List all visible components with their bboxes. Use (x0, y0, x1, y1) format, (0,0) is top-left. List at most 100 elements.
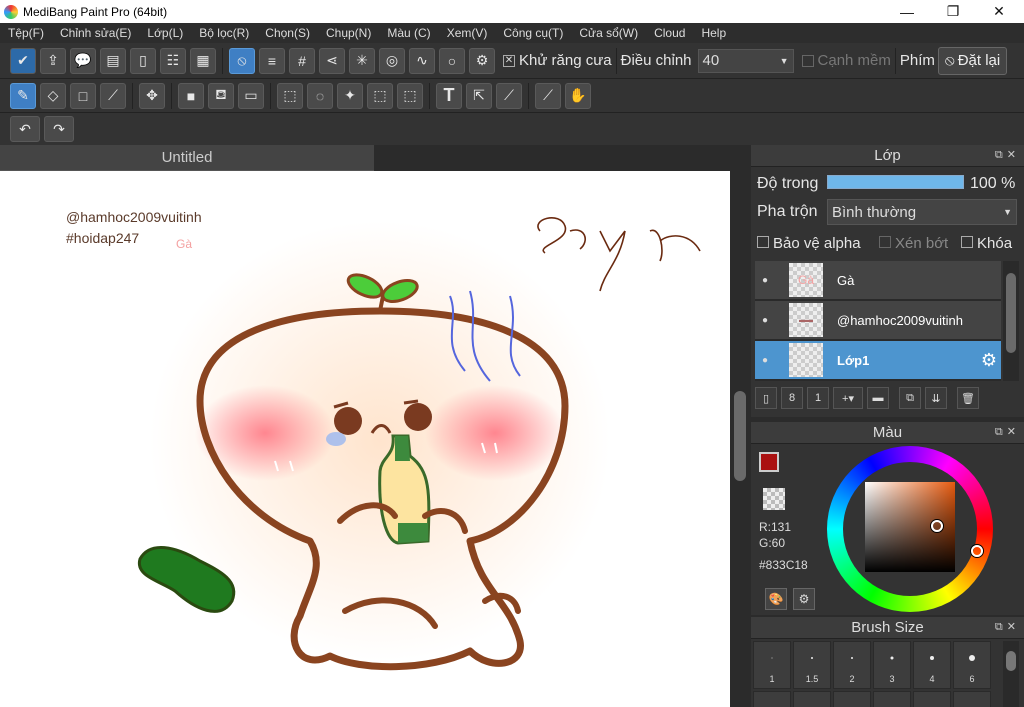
snap-parallel-icon[interactable]: ≡ (259, 47, 285, 74)
brush-size-item[interactable]: 2 (833, 641, 871, 689)
share-icon[interactable]: ⇪ (40, 47, 66, 74)
layer-settings-icon[interactable]: ⚙ (981, 350, 997, 371)
layer-item[interactable]: ● Gà Gà (755, 261, 1001, 300)
brush-size-item[interactable]: 3 (873, 641, 911, 689)
brush-size-item[interactable] (913, 691, 951, 707)
select-rect-tool-icon[interactable]: ⬚ (277, 82, 303, 109)
antialias-checkbox[interactable]: ✕ (503, 54, 515, 67)
transparent-color-swatch[interactable] (763, 488, 785, 510)
opacity-slider[interactable] (827, 175, 964, 189)
text-tool-icon[interactable]: T (436, 82, 462, 109)
brush-size-item[interactable]: 6 (953, 641, 991, 689)
select-eraser-tool-icon[interactable]: ⬚ (397, 82, 423, 109)
shape-tool-icon[interactable]: □ (70, 82, 96, 109)
brush-size-item[interactable]: 1 (753, 641, 791, 689)
reset-button[interactable]: ⦸ Đặt lại (937, 46, 1008, 75)
bucket-tool-icon[interactable]: ⛾ (208, 82, 234, 109)
menu-color[interactable]: Màu (C) (379, 26, 438, 40)
divide-tool-icon[interactable]: ⟋ (496, 82, 522, 109)
primary-color-swatch[interactable] (759, 452, 779, 472)
brush-size-item[interactable] (793, 691, 831, 707)
line-tool-icon[interactable]: ⟋ (100, 82, 126, 109)
merge-layer-icon[interactable]: ⇊ (925, 387, 947, 409)
add-layer-menu-icon[interactable]: +▾ (833, 387, 863, 409)
visibility-icon[interactable]: ● (755, 301, 775, 340)
clipping-checkbox[interactable] (879, 236, 891, 248)
undo-icon[interactable]: ↶ (10, 116, 40, 142)
menu-edit[interactable]: Chỉnh sửa(E) (52, 26, 139, 40)
panel-controls-icon[interactable]: ⧉✕ (995, 425, 1020, 439)
canvas-scrollbar[interactable] (730, 171, 750, 707)
clipping-option[interactable]: Xén bớt (879, 235, 948, 252)
brush-scroll-thumb[interactable] (1006, 651, 1016, 671)
brush-size-item[interactable] (753, 691, 791, 707)
snap-perspective-icon[interactable]: ⋖ (319, 47, 345, 74)
menu-snap[interactable]: Chụp(N) (318, 26, 379, 40)
protect-alpha-option[interactable]: Bảo vệ alpha (757, 235, 861, 252)
new-8bit-layer-icon[interactable]: 8 (781, 387, 803, 409)
new-layer-icon[interactable]: ▯ (755, 387, 777, 409)
snap-off-icon[interactable]: ⦸ (229, 47, 255, 74)
brush-size-item[interactable]: 1.5 (793, 641, 831, 689)
drawing-canvas[interactable]: @hamhoc2009vuitinh #hoidap247 Gà (0, 171, 730, 707)
menu-help[interactable]: Help (693, 26, 734, 40)
lasso-tool-icon[interactable]: ◌ (307, 82, 333, 109)
snap-grid-icon[interactable]: # (289, 47, 315, 74)
select-pen-tool-icon[interactable]: ⬚ (367, 82, 393, 109)
snap-concentric-icon[interactable]: ◎ (379, 47, 405, 74)
menu-tools[interactable]: Công cụ(T) (495, 26, 571, 40)
blend-mode-combo[interactable]: Bình thường ▼ (827, 199, 1017, 225)
brush-tool-icon[interactable]: ✎ (10, 82, 36, 109)
fill-rect-tool-icon[interactable]: ■ (178, 82, 204, 109)
brush-size-item[interactable]: 4 (913, 641, 951, 689)
duplicate-layer-icon[interactable]: ⧉ (899, 387, 921, 409)
chart-icon[interactable]: ▦ (190, 47, 216, 74)
snap-curve-icon[interactable]: ∿ (409, 47, 435, 74)
menu-filter[interactable]: Bộ lọc(R) (191, 26, 257, 40)
snap-radial-icon[interactable]: ✳ (349, 47, 375, 74)
sv-cursor[interactable] (931, 520, 943, 532)
layer-scroll-thumb[interactable] (1006, 273, 1016, 353)
canvas-scroll-thumb[interactable] (734, 391, 746, 481)
protect-alpha-checkbox[interactable] (757, 236, 769, 248)
visibility-icon[interactable]: ● (755, 261, 775, 300)
comment-icon[interactable]: 💬 (70, 47, 96, 74)
hue-cursor[interactable] (971, 545, 983, 557)
brush-size-scrollbar[interactable] (1003, 641, 1019, 707)
layer-list-scrollbar[interactable] (1003, 261, 1019, 381)
folder-icon[interactable]: ▬ (867, 387, 889, 409)
lock-checkbox[interactable] (961, 236, 973, 248)
lock-option[interactable]: Khóa (961, 235, 1012, 252)
palette-settings-icon[interactable]: ⚙ (793, 588, 815, 610)
magic-wand-tool-icon[interactable]: ✦ (337, 82, 363, 109)
palette-icon[interactable]: 🎨 (765, 588, 787, 610)
visibility-icon[interactable]: ● (755, 341, 775, 380)
document-icon[interactable]: ▯ (130, 47, 156, 74)
operation-tool-icon[interactable]: ⇱ (466, 82, 492, 109)
layer-item[interactable]: ● ▬▬ @hamhoc2009vuitinh (755, 301, 1001, 340)
move-tool-icon[interactable]: ✥ (139, 82, 165, 109)
redo-icon[interactable]: ↷ (44, 116, 74, 142)
menu-select[interactable]: Chọn(S) (257, 26, 318, 40)
layer-item-selected[interactable]: ● Lớp1 ⚙ (755, 341, 1001, 380)
brush-size-item[interactable] (833, 691, 871, 707)
close-icon[interactable]: ✕ (976, 0, 1022, 23)
eraser-tool-icon[interactable]: ◇ (40, 82, 66, 109)
hand-tool-icon[interactable]: ✋ (565, 82, 591, 109)
new-1bit-layer-icon[interactable]: 1 (807, 387, 829, 409)
menu-window[interactable]: Cửa sổ(W) (571, 26, 646, 40)
brush-size-item[interactable] (953, 691, 991, 707)
form-icon[interactable]: ☷ (160, 47, 186, 74)
minimize-icon[interactable]: — (884, 0, 930, 23)
snap-circle-icon[interactable]: ○ (439, 47, 465, 74)
panel-controls-icon[interactable]: ⧉✕ (995, 148, 1020, 162)
gradient-tool-icon[interactable]: ▭ (238, 82, 264, 109)
menu-view[interactable]: Xem(V) (439, 26, 496, 40)
adjust-combo[interactable]: 40 ▼ (697, 48, 794, 73)
maximize-icon[interactable]: ❐ (930, 0, 976, 23)
menu-file[interactable]: Tệp(F) (0, 26, 52, 40)
menu-layer[interactable]: Lớp(L) (139, 26, 191, 40)
soft-edge-checkbox[interactable] (801, 54, 814, 67)
delete-layer-icon[interactable]: 🗑 (957, 387, 979, 409)
eyedropper-tool-icon[interactable]: ⟋ (535, 82, 561, 109)
